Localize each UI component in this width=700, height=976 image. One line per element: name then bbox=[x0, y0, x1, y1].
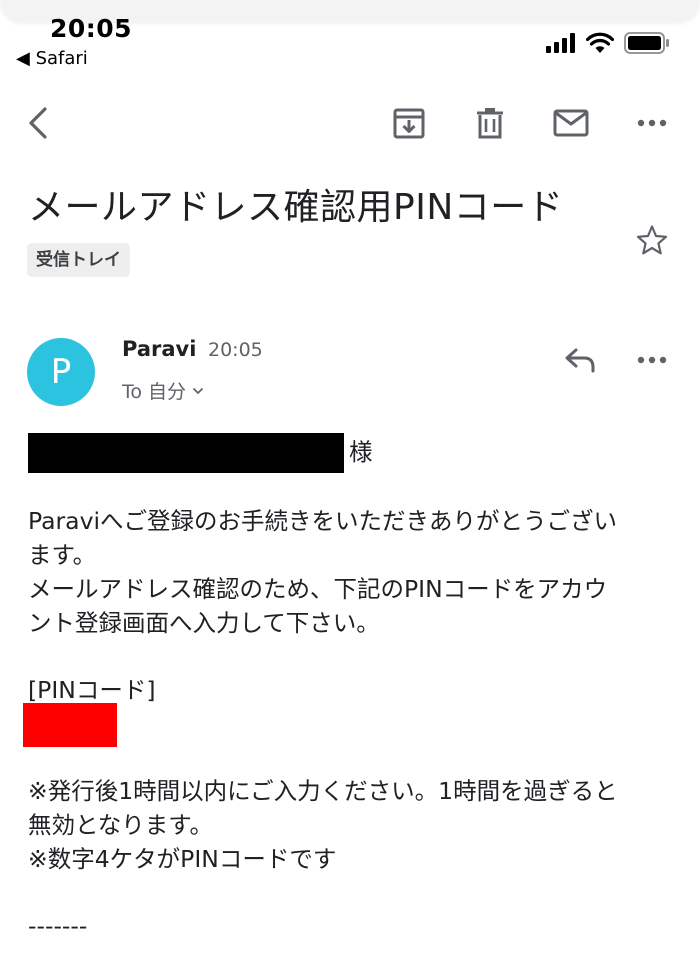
body-line-3: メールアドレス確認のため、下記のPINコードをアカウ bbox=[28, 575, 608, 603]
reply-button[interactable] bbox=[556, 336, 604, 384]
archive-button[interactable] bbox=[381, 95, 437, 151]
more-icon bbox=[637, 356, 667, 364]
delete-button[interactable] bbox=[462, 95, 518, 151]
more-icon bbox=[637, 119, 667, 127]
email-toolbar bbox=[0, 95, 700, 151]
status-bar: 20:05 ◀ Safari bbox=[0, 0, 700, 72]
separator-line: ------- bbox=[28, 912, 88, 940]
reply-icon bbox=[565, 348, 595, 373]
star-button[interactable] bbox=[630, 218, 674, 262]
cellular-signal-icon bbox=[546, 33, 575, 53]
recipient-label: To 自分 bbox=[122, 381, 187, 403]
sender-avatar[interactable]: P bbox=[27, 338, 95, 406]
pin-code-redaction bbox=[23, 703, 117, 747]
more-options-button[interactable] bbox=[624, 95, 680, 151]
message-more-button[interactable] bbox=[628, 336, 676, 384]
mark-unread-button[interactable] bbox=[543, 95, 599, 151]
trash-icon bbox=[477, 108, 503, 139]
sender-name: Paravi bbox=[122, 337, 197, 361]
note-line-2: 無効となります。 bbox=[28, 811, 213, 839]
salutation-suffix: 様 bbox=[349, 438, 373, 466]
wifi-icon bbox=[586, 32, 614, 53]
back-to-safari-link[interactable]: ◀ Safari bbox=[16, 48, 88, 69]
body-line-1: Paraviへご登録のお手続きをいただきありがとうござい bbox=[28, 507, 618, 535]
body-line-4: ント登録画面へ入力して下さい。 bbox=[28, 609, 380, 637]
star-icon bbox=[636, 225, 668, 255]
mail-icon bbox=[553, 109, 589, 137]
note-line-1: ※発行後1時間以内にご入力ください。1時間を過ぎると bbox=[28, 777, 618, 805]
sent-time: 20:05 bbox=[208, 339, 263, 361]
note-line-3: ※数字4ケタがPINコードです bbox=[28, 845, 337, 873]
status-icons bbox=[546, 30, 670, 56]
battery-icon bbox=[624, 32, 669, 54]
back-arrow-icon bbox=[29, 107, 47, 139]
status-time: 20:05 bbox=[50, 14, 133, 43]
chevron-down-icon bbox=[192, 387, 204, 394]
inbox-label-chip[interactable]: 受信トレイ bbox=[27, 243, 130, 277]
email-subject: メールアドレス確認用PINコード bbox=[28, 187, 564, 228]
recipient-details-toggle[interactable]: To 自分 bbox=[122, 377, 204, 404]
body-line-2: ます。 bbox=[28, 541, 97, 569]
back-button[interactable] bbox=[10, 95, 66, 151]
archive-icon bbox=[393, 108, 425, 139]
recipient-name-redaction bbox=[28, 433, 344, 473]
